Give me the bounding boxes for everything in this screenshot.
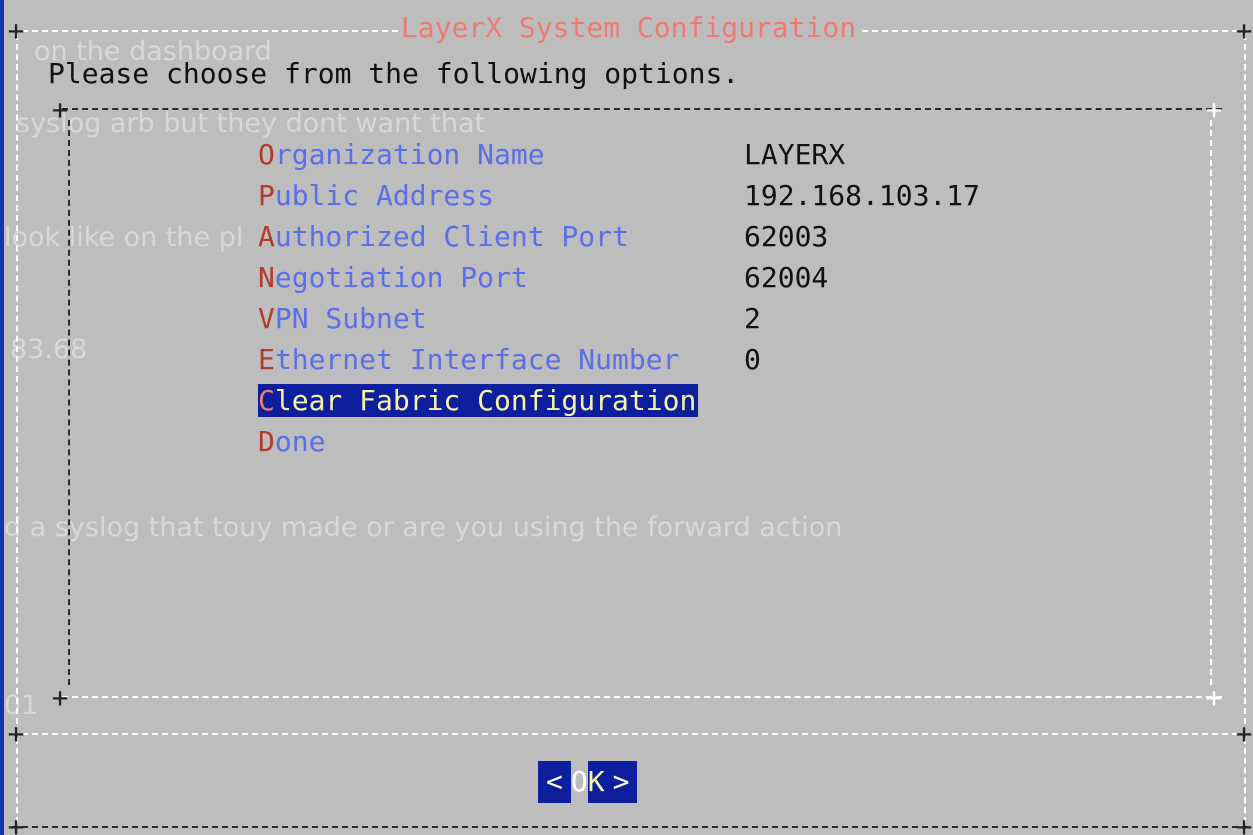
menu-item-value: 62003 [744,220,829,253]
menu-item-text: thernet Interface Number [274,343,680,376]
menu-item-text: lear Fabric Configuration [274,384,697,417]
menu-item-hotkey: C [258,384,275,417]
menu-item-hotkey: E [258,343,275,376]
ok-button-right-bracket: > [604,761,638,803]
menu-item-text: ublic Address [274,179,495,212]
menu-item[interactable]: Ethernet Interface Number 0 [258,339,980,380]
menu-item-hotkey: A [258,220,275,253]
menu-item-hotkey: D [258,425,275,458]
menu-item-value: 192.168.103.17 [744,179,981,212]
ghost-text: 01 [4,690,39,721]
menu-item[interactable]: Public Address 192.168.103.17 [258,175,980,216]
dialog-title: LayerX System Configuration [398,11,859,44]
menu-item-hotkey: P [258,179,275,212]
menu-item-text: egotiation Port [274,261,528,294]
menu-item-hotkey: V [258,302,275,335]
menu-item[interactable]: Clear Fabric Configuration [258,380,980,421]
menu-item-label: Ethernet Interface Number [258,343,744,376]
menu-item-text: uthorized Client Port [274,220,629,253]
ok-button-hotkey: O [570,765,588,798]
menu-item[interactable]: VPN Subnet 2 [258,298,980,339]
menu-item-label: VPN Subnet [258,302,744,335]
ok-button-label: K [587,761,605,803]
ok-button[interactable]: < O K > [538,761,638,803]
menu-item-text: rganization Name [274,138,545,171]
menu-item-label: Organization Name [258,138,744,171]
menu-item-value: 2 [744,302,761,335]
menu-item-value: 0 [744,343,761,376]
ghost-text: d a syslog that touy made or are you usi… [4,512,843,543]
dialog-prompt: Please choose from the following options… [48,57,740,90]
ok-button-left-bracket: < [538,761,571,803]
options-menu: Organization Name LAYERX Public Address 192… [258,134,980,462]
menu-item[interactable]: Organization Name LAYERX [258,134,980,175]
menu-item-value: LAYERX [744,138,846,171]
menu-item-text: one [274,425,326,458]
menu-item-label: Clear Fabric Configuration [258,384,699,417]
menu-item-value: 62004 [744,261,829,294]
menu-item-label: Done [258,425,744,458]
menu-item-label: Authorized Client Port [258,220,744,253]
menu-item-hotkey: N [258,261,275,294]
menu-item-hotkey: O [258,138,275,171]
menu-item-text: PN Subnet [274,302,427,335]
menu-item[interactable]: Done [258,421,980,462]
config-dialog: on the dashboard syslog arb but they don… [4,0,1253,835]
menu-item[interactable]: Authorized Client Port 62003 [258,216,980,257]
menu-item-label: Public Address [258,179,744,212]
ghost-text: 83.68 [10,334,88,365]
ghost-text: look like on the pl [4,222,244,253]
menu-item-label: Negotiation Port [258,261,744,294]
menu-item[interactable]: Negotiation Port 62004 [258,257,980,298]
